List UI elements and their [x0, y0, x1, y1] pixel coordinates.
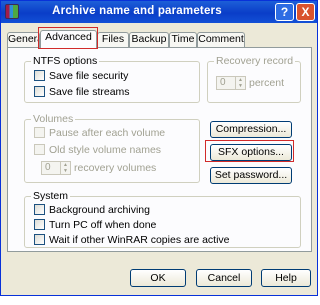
sfx-options-highlight — [205, 140, 294, 162]
tab-time-label: Time — [171, 33, 195, 45]
recovery-percent-spinner[interactable]: 0 ▲ ▼ — [216, 76, 246, 91]
tab-comment-label: Comment — [198, 33, 244, 45]
recovery-percent-unit: percent — [249, 77, 285, 89]
save-file-security-label: Save file security — [49, 70, 129, 82]
checkbox-icon — [34, 203, 45, 215]
recovery-volumes-row: 0 ▲ ▼ recovery volumes — [41, 161, 157, 176]
background-archiving-label: Background archiving — [49, 204, 150, 216]
help-button[interactable]: Help — [261, 269, 311, 287]
recovery-percent-value: 0 — [220, 77, 226, 89]
tab-backup[interactable]: Backup — [129, 32, 169, 47]
old-style-names-label: Old style volume names — [49, 144, 162, 156]
advanced-tab-highlight — [38, 27, 98, 49]
turn-pc-off-checkbox[interactable]: Turn PC off when done — [34, 218, 157, 232]
checkbox-icon — [34, 233, 45, 245]
ok-button[interactable]: OK — [130, 269, 186, 287]
spinner-arrows-icon[interactable]: ▲ ▼ — [60, 162, 70, 175]
close-title-button[interactable]: X — [296, 3, 315, 21]
ntfs-options-legend: NTFS options — [31, 55, 100, 67]
spinner-arrows-icon[interactable]: ▲ ▼ — [235, 77, 245, 90]
checkbox-icon — [34, 143, 45, 155]
set-password-button[interactable]: Set password... — [210, 167, 292, 184]
recovery-record-row: 0 ▲ ▼ percent — [216, 76, 285, 91]
window-title: Archive name and parameters — [52, 5, 222, 17]
pause-after-volume-label: Pause after each volume — [49, 127, 166, 139]
system-legend: System — [31, 190, 71, 202]
checkbox-icon — [34, 85, 45, 97]
archive-dialog: Archive name and parameters ? X General … — [0, 0, 318, 296]
tab-files[interactable]: Files — [97, 32, 129, 47]
wait-other-copies-label: Wait if other WinRAR copies are active — [49, 234, 230, 246]
tab-comment[interactable]: Comment — [197, 32, 245, 47]
background-archiving-checkbox[interactable]: Background archiving — [34, 203, 150, 217]
checkbox-icon — [34, 126, 45, 138]
recovery-volumes-spinner[interactable]: 0 ▲ ▼ — [41, 161, 71, 176]
ntfs-options-group: NTFS options Save file security Save fil… — [24, 55, 200, 103]
system-group: System Background archiving Turn PC off … — [24, 190, 301, 248]
tab-time[interactable]: Time — [169, 32, 197, 47]
cancel-button[interactable]: Cancel — [196, 269, 252, 287]
tab-files-label: Files — [101, 33, 125, 45]
save-file-streams-label: Save file streams — [49, 86, 130, 98]
checkbox-icon — [34, 218, 45, 230]
volumes-legend: Volumes — [31, 113, 76, 125]
tab-backup-label: Backup — [131, 33, 167, 45]
wait-other-copies-checkbox[interactable]: Wait if other WinRAR copies are active — [34, 233, 230, 247]
save-file-security-checkbox[interactable]: Save file security — [34, 69, 129, 83]
tab-general-label: General — [8, 33, 39, 45]
checkbox-icon — [34, 69, 45, 81]
recovery-record-group: Recovery record 0 ▲ ▼ percent — [207, 55, 301, 103]
save-file-streams-checkbox[interactable]: Save file streams — [34, 85, 130, 99]
title-bar[interactable]: Archive name and parameters ? X — [1, 1, 317, 23]
recovery-volumes-value: 0 — [45, 162, 51, 174]
pause-after-volume-checkbox[interactable]: Pause after each volume — [34, 126, 166, 140]
help-title-button[interactable]: ? — [275, 3, 294, 21]
recovery-record-legend: Recovery record — [214, 55, 296, 67]
volumes-group: Volumes Pause after each volume Old styl… — [24, 113, 200, 183]
compression-button[interactable]: Compression... — [210, 121, 292, 138]
old-style-names-checkbox[interactable]: Old style volume names — [34, 143, 162, 157]
turn-pc-off-label: Turn PC off when done — [49, 219, 157, 231]
recovery-volumes-unit: recovery volumes — [74, 162, 157, 174]
tab-general[interactable]: General — [7, 32, 40, 47]
